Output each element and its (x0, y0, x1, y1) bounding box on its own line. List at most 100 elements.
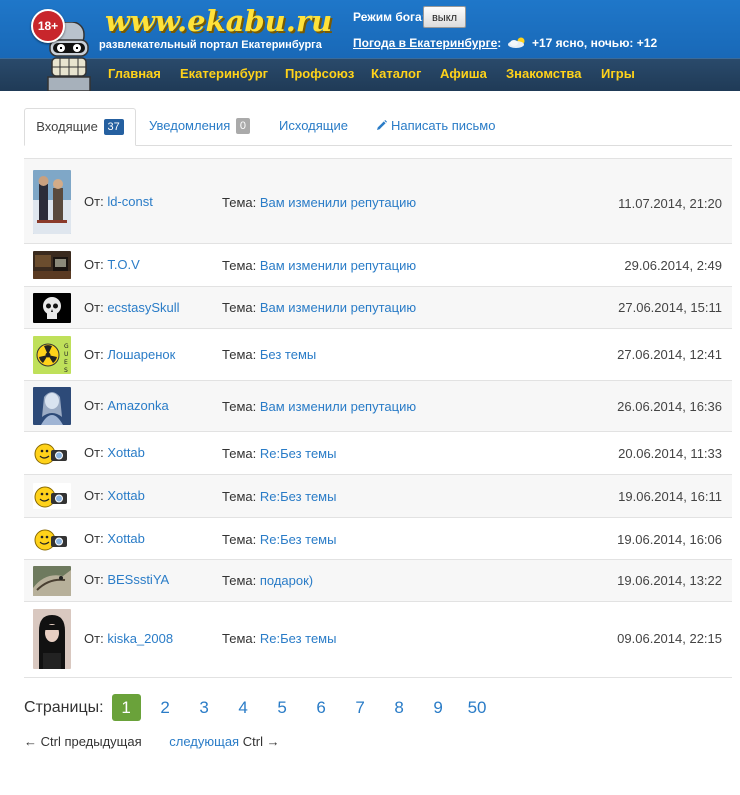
message-subject: Тема: Вам изменили репутацию (222, 300, 416, 315)
message-row[interactable]: От: Amazonka Тема: Вам изменили репутаци… (24, 380, 732, 432)
page-link[interactable]: 50 (463, 694, 492, 721)
avatar-smiley-camera[interactable] (33, 483, 71, 509)
message-row[interactable]: От: ld-const Тема: Вам изменили репутаци… (24, 158, 732, 244)
tab-notifications[interactable]: Уведомления 0 (149, 108, 251, 144)
subject-link[interactable]: Re:Без темы (260, 631, 337, 646)
subject-link[interactable]: Вам изменили репутацию (260, 195, 416, 210)
page-link[interactable]: 2 (151, 694, 180, 721)
weather-link[interactable]: Погода в Екатеринбурге (353, 36, 497, 50)
subject-link[interactable]: Re:Без темы (260, 446, 337, 461)
avatar-smiley-camera[interactable] (33, 526, 71, 552)
message-row[interactable]: От: ecstasySkull Тема: Вам изменили репу… (24, 286, 732, 329)
nav-item-union[interactable]: Профсоюз (285, 66, 354, 81)
nav-item-ekaterinburg[interactable]: Екатеринбург (180, 66, 268, 81)
message-row[interactable]: От: Xottab Тема: Re:Без темы 19.06.2014,… (24, 474, 732, 518)
avatar-guest-radiation[interactable]: G U E S (33, 336, 71, 374)
message-date: 29.06.2014, 2:49 (624, 258, 722, 273)
message-date: 19.06.2014, 13:22 (617, 573, 722, 588)
avatar-photo-animal[interactable] (33, 566, 71, 596)
weather-text: +17 ясно, ночью: +12 (531, 36, 658, 50)
tab-compose[interactable]: Написать письмо (376, 108, 495, 144)
message-from: От: ecstasySkull (84, 300, 180, 315)
sender-link[interactable]: Xottab (107, 488, 145, 503)
from-label: От: (84, 572, 104, 587)
pencil-icon (377, 120, 387, 130)
site-logo[interactable]: www.ekabu.ru (105, 4, 332, 38)
nav-item-catalog[interactable]: Каталог (371, 66, 421, 81)
subject-link[interactable]: подарок) (260, 573, 313, 588)
inbox-count-badge: 37 (103, 119, 124, 135)
avatar-smiley-camera[interactable] (33, 440, 71, 466)
subject-label: Тема: (222, 399, 257, 414)
subject-label: Тема: (222, 489, 257, 504)
subject-link[interactable]: Re:Без темы (260, 532, 337, 547)
pagination-label: Страницы: (24, 698, 104, 716)
message-from: От: Xottab (84, 488, 145, 503)
message-row[interactable]: От: Xottab Тема: Re:Без темы 20.06.2014,… (24, 431, 732, 475)
page-link[interactable]: 7 (346, 694, 375, 721)
from-label: От: (84, 194, 104, 209)
from-label: От: (84, 531, 104, 546)
avatar-photo-blue[interactable] (33, 387, 71, 425)
sender-link[interactable]: ecstasySkull (107, 300, 179, 315)
svg-text:E: E (64, 359, 68, 366)
avatar-photo-girl[interactable] (33, 609, 71, 669)
svg-text:U: U (64, 351, 68, 358)
page-link[interactable]: 8 (385, 694, 414, 721)
from-label: От: (84, 398, 104, 413)
message-subject: Тема: Re:Без темы (222, 631, 336, 646)
message-row[interactable]: От: Xottab Тема: Re:Без темы 19.06.2014,… (24, 517, 732, 560)
page-link[interactable]: 3 (190, 694, 219, 721)
avatar-photo-room[interactable] (33, 251, 71, 279)
sender-link[interactable]: ld-const (107, 194, 153, 209)
sender-link[interactable]: BESsstiYA (107, 572, 169, 587)
subject-link[interactable]: Вам изменили репутацию (260, 300, 416, 315)
from-label: От: (84, 257, 104, 272)
page-link[interactable]: 5 (268, 694, 297, 721)
god-mode-toggle-button[interactable]: выкл (423, 6, 466, 28)
tab-inbox-label: Входящие (36, 119, 98, 134)
tab-notifications-label: Уведомления (149, 118, 231, 133)
message-row[interactable]: От: kiska_2008 Тема: Re:Без темы 09.06.2… (24, 601, 732, 678)
message-subject: Тема: Вам изменили репутацию (222, 399, 416, 414)
nav-item-dating[interactable]: Знакомства (506, 66, 581, 81)
message-date: 20.06.2014, 11:33 (618, 446, 722, 461)
tab-outbox[interactable]: Исходящие (279, 108, 348, 144)
message-date: 19.06.2014, 16:11 (618, 489, 722, 504)
message-row[interactable]: G U E S От: Лошаренок Тема: Без темы 27.… (24, 328, 732, 381)
subject-link[interactable]: Re:Без темы (260, 489, 337, 504)
svg-text:S: S (64, 367, 68, 374)
avatar-skull[interactable] (33, 293, 71, 323)
prev-page-text: ← Ctrl предыдущая (24, 734, 142, 749)
subject-link[interactable]: Без темы (260, 347, 316, 362)
god-mode-label: Режим бога: (353, 10, 426, 24)
sender-link[interactable]: Amazonka (107, 398, 168, 413)
pagination: Страницы: 1 2 3 4 5 6 7 8 9 50 (24, 694, 502, 721)
subject-link[interactable]: Вам изменили репутацию (260, 399, 416, 414)
from-label: От: (84, 300, 104, 315)
nav-item-main[interactable]: Главная (108, 66, 161, 81)
message-row[interactable]: От: BESsstiYA Тема: подарок) 19.06.2014,… (24, 559, 732, 602)
next-page-link[interactable]: следующая (169, 734, 239, 749)
page-link[interactable]: 4 (229, 694, 258, 721)
nav-item-events[interactable]: Афиша (440, 66, 487, 81)
svg-text:G: G (64, 343, 69, 350)
page-link[interactable]: 6 (307, 694, 336, 721)
message-subject: Тема: Без темы (222, 347, 316, 362)
page-link-current[interactable]: 1 (111, 694, 141, 721)
message-subject: Тема: Re:Без темы (222, 489, 336, 504)
sender-link[interactable]: Лошаренок (107, 347, 175, 362)
message-row[interactable]: От: T.O.V Тема: Вам изменили репутацию 2… (24, 243, 732, 287)
avatar-photo-people[interactable] (33, 170, 71, 234)
page-link[interactable]: 9 (424, 694, 453, 721)
subject-label: Тема: (222, 347, 257, 362)
nav-item-games[interactable]: Игры (601, 66, 635, 81)
message-subject: Тема: Вам изменили репутацию (222, 258, 416, 273)
sender-link[interactable]: Xottab (107, 531, 145, 546)
sender-link[interactable]: Xottab (107, 445, 145, 460)
tab-inbox[interactable]: Входящие 37 (24, 108, 136, 146)
sender-link[interactable]: T.O.V (107, 257, 140, 272)
message-from: От: Xottab (84, 445, 145, 460)
subject-link[interactable]: Вам изменили репутацию (260, 258, 416, 273)
sender-link[interactable]: kiska_2008 (107, 631, 173, 646)
